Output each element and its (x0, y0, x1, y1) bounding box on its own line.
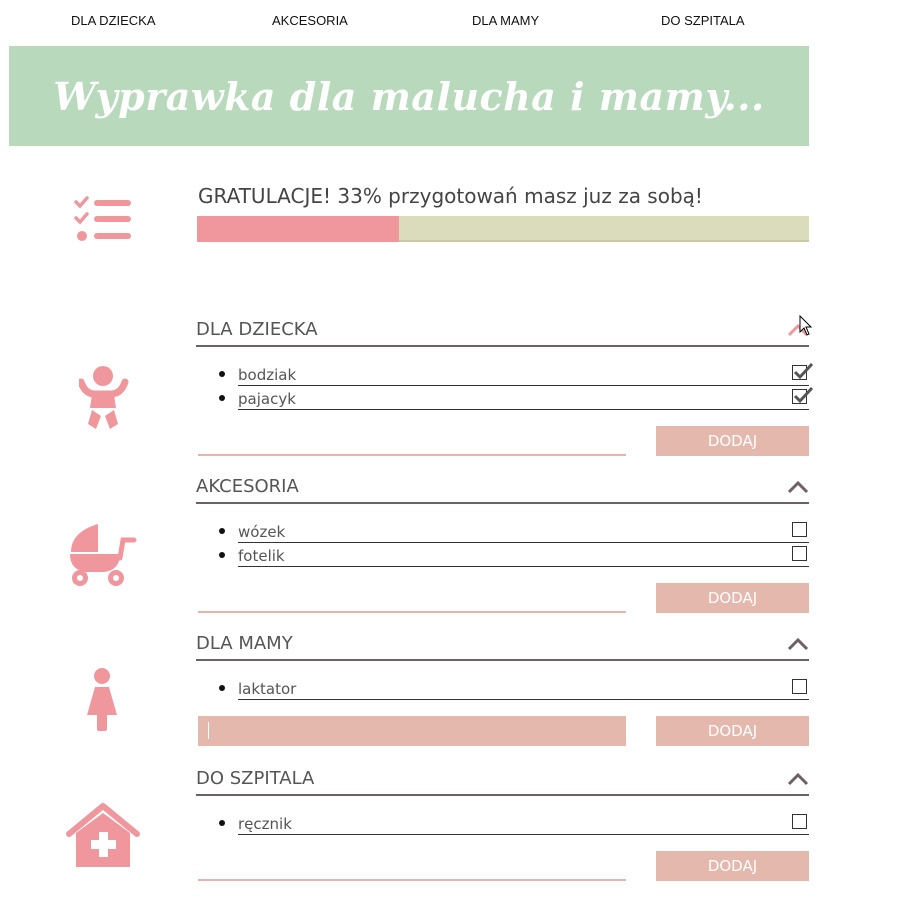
section-header: AKCESORIA (196, 472, 809, 504)
item-checkbox[interactable] (792, 679, 807, 694)
section-dla-mamy: DLA MAMY laktator DODAJ (196, 629, 809, 746)
item-label: ręcznik (238, 815, 292, 833)
section-dla-dziecka: DLA DZIECKA bodziak pajacyk DODAJ (196, 315, 813, 456)
new-item-input[interactable] (198, 426, 626, 456)
item-label: pajacyk (238, 390, 296, 408)
chevron-up-icon[interactable] (787, 637, 809, 651)
nav-link-dla-mamy[interactable]: DLA MAMY (472, 13, 539, 28)
checklist-icon (74, 194, 134, 249)
section-header: DLA DZIECKA (196, 315, 813, 347)
add-item-row: DODAJ (196, 716, 809, 746)
item-checkbox[interactable] (792, 546, 807, 561)
item-checkbox[interactable] (792, 814, 807, 829)
list-item: pajacyk (219, 386, 813, 410)
bullet (219, 552, 225, 558)
progress-message: GRATULACJE! 33% przygotowań masz juz za … (198, 184, 703, 208)
new-item-input[interactable] (198, 583, 626, 613)
add-button[interactable]: DODAJ (656, 426, 809, 456)
stroller-icon (68, 522, 138, 593)
section-header: DO SZPITALA (196, 764, 809, 796)
hospital-icon (66, 801, 140, 874)
item-label: bodziak (238, 366, 297, 384)
item-label: laktator (238, 680, 297, 698)
banner-title: Wyprawka dla malucha i mamy... (53, 73, 765, 119)
section-title: DLA DZIECKA (196, 319, 318, 340)
new-item-input[interactable] (198, 851, 626, 881)
bullet (219, 528, 225, 534)
chevron-up-icon[interactable] (787, 772, 809, 786)
baby-icon (77, 366, 129, 437)
list-item: laktator (219, 676, 809, 700)
progress-bar (197, 216, 809, 242)
nav-link-dla-dziecka[interactable]: DLA DZIECKA (71, 13, 156, 28)
list-item: ręcznik (219, 811, 809, 835)
chevron-up-icon[interactable] (787, 480, 809, 494)
add-item-row: DODAJ (196, 426, 809, 456)
text-caret (208, 722, 209, 739)
item-label: wózek (238, 523, 286, 541)
add-button[interactable]: DODAJ (656, 716, 809, 746)
top-navigation: DLA DZIECKA AKCESORIA DLA MAMY DO SZPITA… (0, 0, 897, 44)
bullet (219, 820, 225, 826)
list-item: fotelik (219, 543, 809, 567)
item-checkbox[interactable] (792, 386, 813, 404)
item-checkbox[interactable] (792, 522, 807, 537)
list-item: wózek (219, 519, 809, 543)
section-title: DO SZPITALA (196, 768, 315, 789)
add-item-row: DODAJ (196, 851, 809, 881)
list-item: bodziak (219, 362, 813, 386)
banner: Wyprawka dla malucha i mamy... (9, 46, 809, 146)
item-list: wózek fotelik (196, 519, 809, 567)
add-button[interactable]: DODAJ (656, 583, 809, 613)
section-do-szpitala: DO SZPITALA ręcznik DODAJ (196, 764, 809, 881)
new-item-input[interactable] (198, 716, 626, 746)
section-akcesoria: AKCESORIA wózek fotelik DODAJ (196, 472, 809, 613)
item-label: fotelik (238, 547, 285, 565)
section-title: DLA MAMY (196, 633, 293, 654)
bullet (219, 395, 225, 401)
add-item-row: DODAJ (196, 583, 809, 613)
bullet (219, 685, 225, 691)
item-checkbox[interactable] (792, 362, 813, 380)
item-list: ręcznik (196, 811, 809, 835)
nav-link-akcesoria[interactable]: AKCESORIA (272, 13, 348, 28)
item-list: bodziak pajacyk (196, 362, 813, 410)
mouse-cursor-icon (799, 315, 813, 336)
item-list: laktator (196, 676, 809, 700)
progress-bar-fill (197, 216, 399, 242)
section-title: AKCESORIA (196, 476, 299, 497)
bullet (219, 371, 225, 377)
add-button[interactable]: DODAJ (656, 851, 809, 881)
woman-icon (85, 667, 121, 738)
nav-link-do-szpitala[interactable]: DO SZPITALA (661, 13, 745, 28)
section-header: DLA MAMY (196, 629, 809, 661)
